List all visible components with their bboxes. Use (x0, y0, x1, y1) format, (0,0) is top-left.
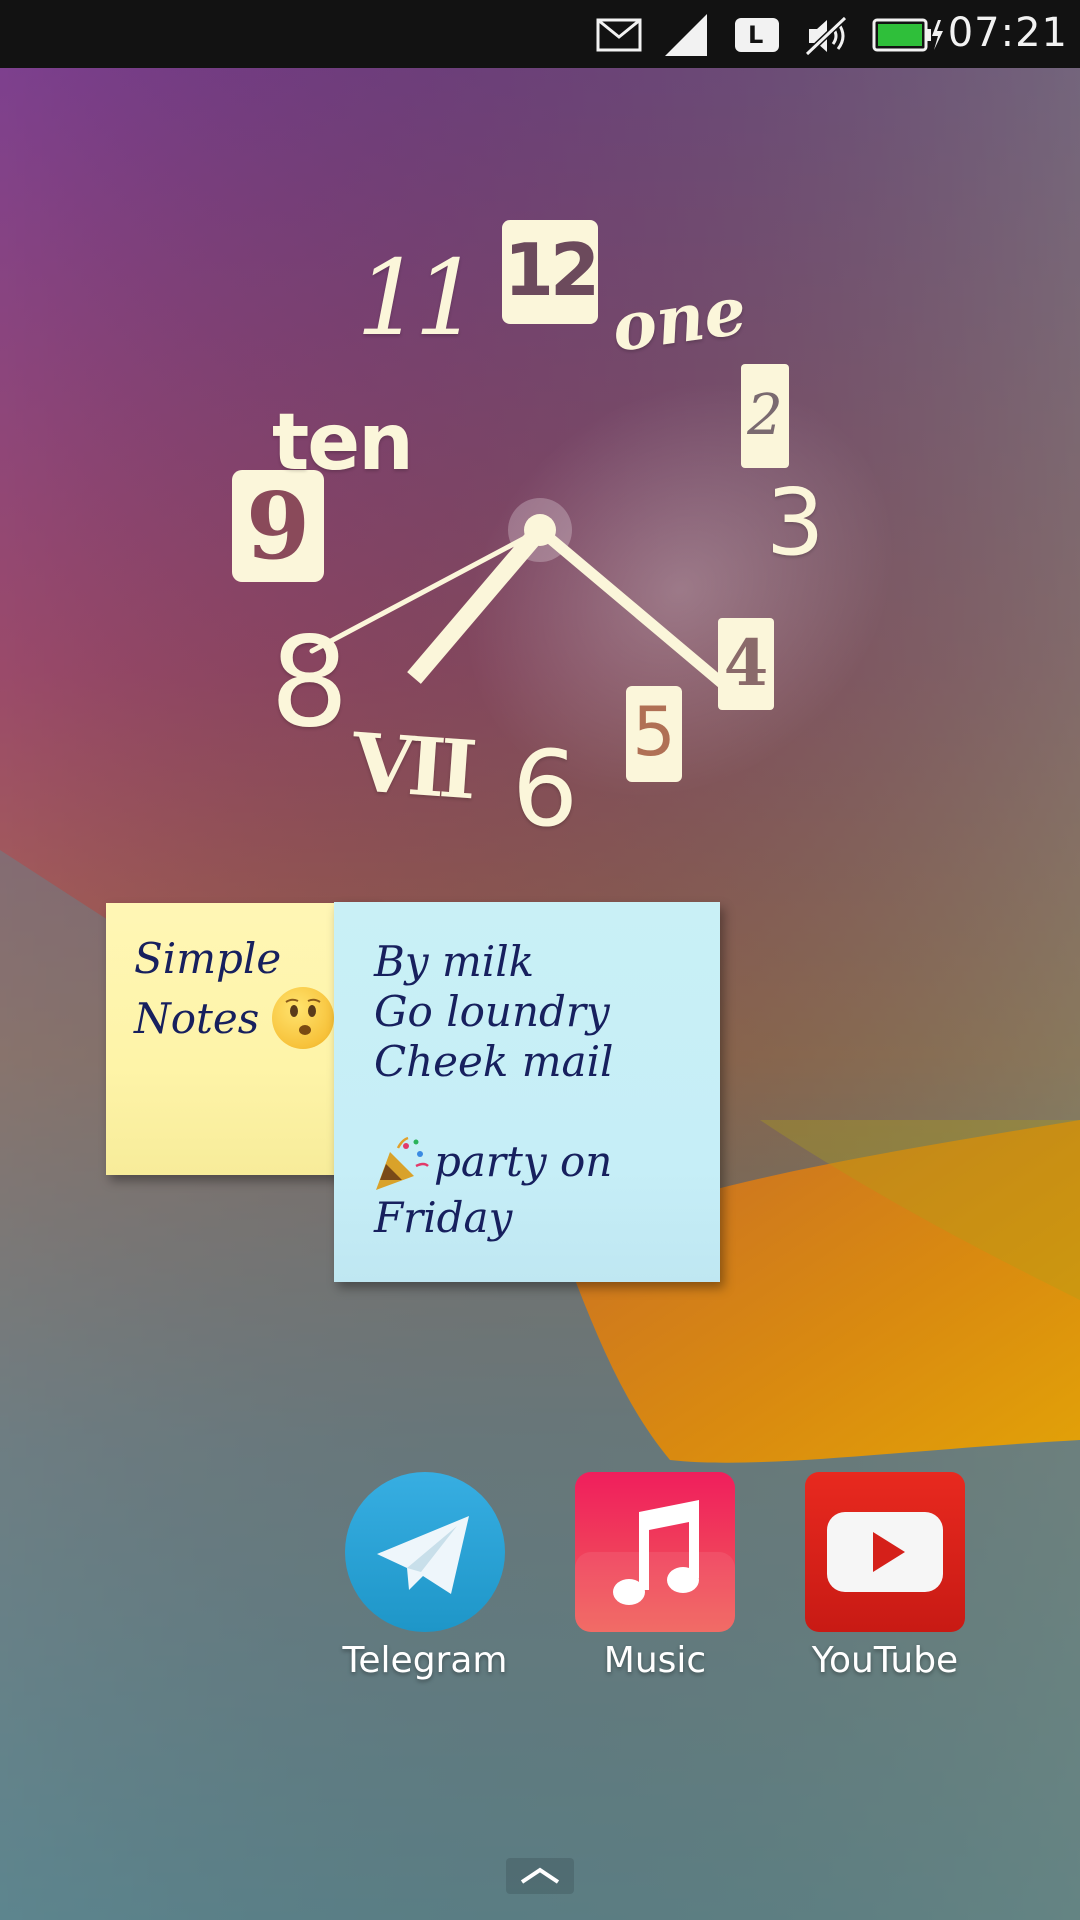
mail-icon (596, 18, 642, 56)
second-hand (309, 527, 543, 654)
kissing-face-emoji (272, 987, 334, 1049)
minute-hand (534, 524, 736, 696)
app-telegram[interactable]: Telegram (325, 1472, 525, 1681)
music-note-icon (575, 1472, 735, 1632)
telegram-icon (345, 1472, 505, 1632)
note-title-line2: Notes (134, 994, 260, 1043)
status-time: 07:21 (947, 10, 1068, 56)
youtube-play-icon (805, 1472, 965, 1632)
todo-line-5: party on (434, 1137, 613, 1186)
chevron-up-icon (520, 1867, 560, 1884)
note-title-line1: Simple (134, 934, 282, 983)
sticky-note-blue[interactable]: By milk Go loundry Cheek mail party on F… (334, 902, 724, 1290)
hour-hand (407, 524, 547, 684)
app-music[interactable]: Music (555, 1472, 755, 1681)
party-popper-emoji (372, 1136, 430, 1198)
lte-icon: L (735, 18, 779, 56)
app-label-music: Music (603, 1640, 707, 1681)
status-bar: L 07:21 (0, 0, 1080, 68)
todo-line-3: Cheek mail (374, 1037, 614, 1086)
app-youtube[interactable]: YouTube (785, 1472, 985, 1681)
battery-charging-icon (872, 18, 944, 56)
analog-clock-widget[interactable]: 12 one 2 3 4 5 6 VII 8 9 ten 11 (0, 68, 1080, 868)
signal-icon (665, 14, 709, 60)
network-type-label: L (748, 21, 764, 49)
todo-line-2: Go loundry (374, 987, 610, 1036)
app-label-telegram: Telegram (342, 1640, 508, 1681)
todo-line-1: By milk (374, 937, 535, 986)
app-drawer-handle[interactable] (506, 1858, 574, 1894)
app-label-youtube: YouTube (811, 1640, 959, 1681)
clock-center-cap (524, 514, 556, 546)
note-title-line2-row: Notes (134, 987, 334, 1063)
todo-line-6: Friday (374, 1193, 513, 1242)
muted-icon (804, 15, 849, 60)
clock-hands (309, 498, 736, 696)
